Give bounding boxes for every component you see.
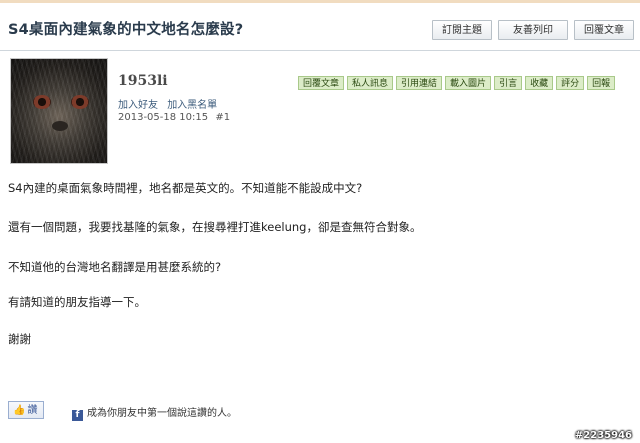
reply-post-button[interactable]: 回覆文章	[298, 76, 345, 90]
avatar-texture	[11, 59, 107, 163]
thread-title: S4桌面內建氣象的中文地名怎麼設?	[8, 22, 244, 38]
post-meta: 2013-05-18 10:15 #1	[118, 112, 234, 123]
post-paragraph: 不知道他的台灣地名翻譯是用甚麼系統的?	[8, 260, 222, 274]
add-blacklist-link[interactable]: 加入黑名單	[167, 100, 217, 111]
avatar-eye-left	[33, 95, 51, 109]
avatar-nose	[52, 121, 68, 131]
image-watermark: #2235946	[574, 430, 632, 441]
facebook-like-text: f 成為你朋友中第一個說這讚的人。	[72, 404, 237, 421]
add-friend-link[interactable]: 加入好友	[118, 100, 158, 111]
post-paragraph: S4內建的桌面氣象時間裡，地名都是英文的。不知道能不能設成中文?	[8, 181, 363, 195]
like-label: 讚	[27, 405, 38, 416]
post-datetime: 2013-05-18 10:15	[118, 112, 209, 123]
quote-button[interactable]: 引言	[494, 76, 523, 90]
thread-header: S4桌面內建氣象的中文地名怎麼設? 訂閱主題 友善列印 回覆文章	[0, 3, 640, 51]
thumbs-up-icon: 👍	[13, 405, 26, 416]
avatar-eye-right	[71, 95, 89, 109]
reply-thread-button[interactable]: 回覆文章	[574, 20, 634, 40]
post-author[interactable]: 1953li	[118, 73, 168, 89]
report-button[interactable]: 回報	[587, 76, 616, 90]
facebook-like-caption: 成為你朋友中第一個說這讚的人。	[87, 408, 237, 419]
facebook-like-button[interactable]: 👍 讚	[8, 401, 44, 419]
private-message-button[interactable]: 私人訊息	[347, 76, 394, 90]
post-paragraph: 還有一個問題，我要找基隆的氣象，在搜尋裡打進keelung，卻是查無符合對象。	[8, 220, 422, 234]
print-button[interactable]: 友善列印	[498, 20, 568, 40]
facebook-icon: f	[72, 410, 83, 421]
load-images-button[interactable]: 載入圖片	[445, 76, 492, 90]
favorite-button[interactable]: 收藏	[525, 76, 554, 90]
post-action-bar: 回覆文章 私人訊息 引用連結 載入圖片 引言 收藏 評分 回報	[298, 76, 616, 90]
avatar[interactable]	[10, 58, 108, 164]
rate-button[interactable]: 評分	[556, 76, 585, 90]
user-links: 加入好友 加入黑名單	[118, 96, 223, 111]
subscribe-button[interactable]: 訂閱主題	[432, 20, 492, 40]
thread-toolbar: 訂閱主題 友善列印 回覆文章	[432, 20, 634, 40]
post-floor[interactable]: #1	[215, 112, 230, 123]
post-paragraph: 謝謝	[8, 332, 31, 346]
post-paragraph: 有請知道的朋友指導一下。	[8, 295, 146, 309]
quote-link-button[interactable]: 引用連結	[396, 76, 443, 90]
